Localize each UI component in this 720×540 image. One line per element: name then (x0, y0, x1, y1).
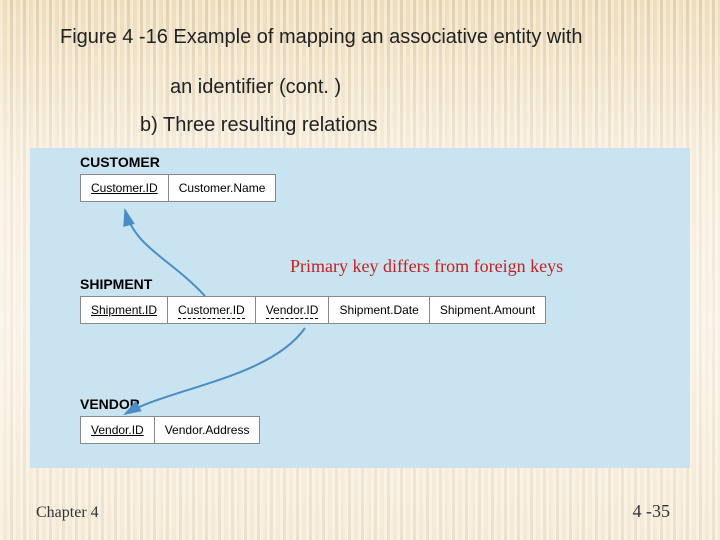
shipment-col-amount: Shipment.Amount (429, 297, 545, 324)
annotation-text: Primary key differs from foreign keys (290, 256, 563, 277)
vendor-col-id: Vendor.ID (81, 417, 155, 444)
footer-page: 4 -35 (633, 501, 671, 522)
shipment-label: SHIPMENT (80, 276, 152, 292)
shipment-col-id: Shipment.ID (81, 297, 168, 324)
customer-col-id: Customer.ID (81, 175, 169, 202)
customer-table: Customer.ID Customer.Name (80, 174, 276, 202)
vendor-col-address: Vendor.Address (154, 417, 260, 444)
slide-title-line2: an identifier (cont. ) (0, 50, 720, 100)
shipment-col-date: Shipment.Date (329, 297, 429, 324)
slide-title-line1: Figure 4 -16 Example of mapping an assoc… (0, 0, 720, 50)
footer-chapter: Chapter 4 (36, 504, 99, 522)
slide-subtitle: b) Three resulting relations (0, 100, 720, 137)
shipment-col-vendid: Vendor.ID (255, 297, 329, 324)
shipment-col-custid: Customer.ID (168, 297, 256, 324)
relations-diagram: CUSTOMER Customer.ID Customer.Name Prima… (30, 148, 690, 468)
vendor-table: Vendor.ID Vendor.Address (80, 416, 260, 444)
customer-col-name: Customer.Name (168, 175, 276, 202)
vendor-label: VENDOR (80, 396, 140, 412)
customer-label: CUSTOMER (80, 154, 160, 170)
shipment-table: Shipment.ID Customer.ID Vendor.ID Shipme… (80, 296, 546, 324)
